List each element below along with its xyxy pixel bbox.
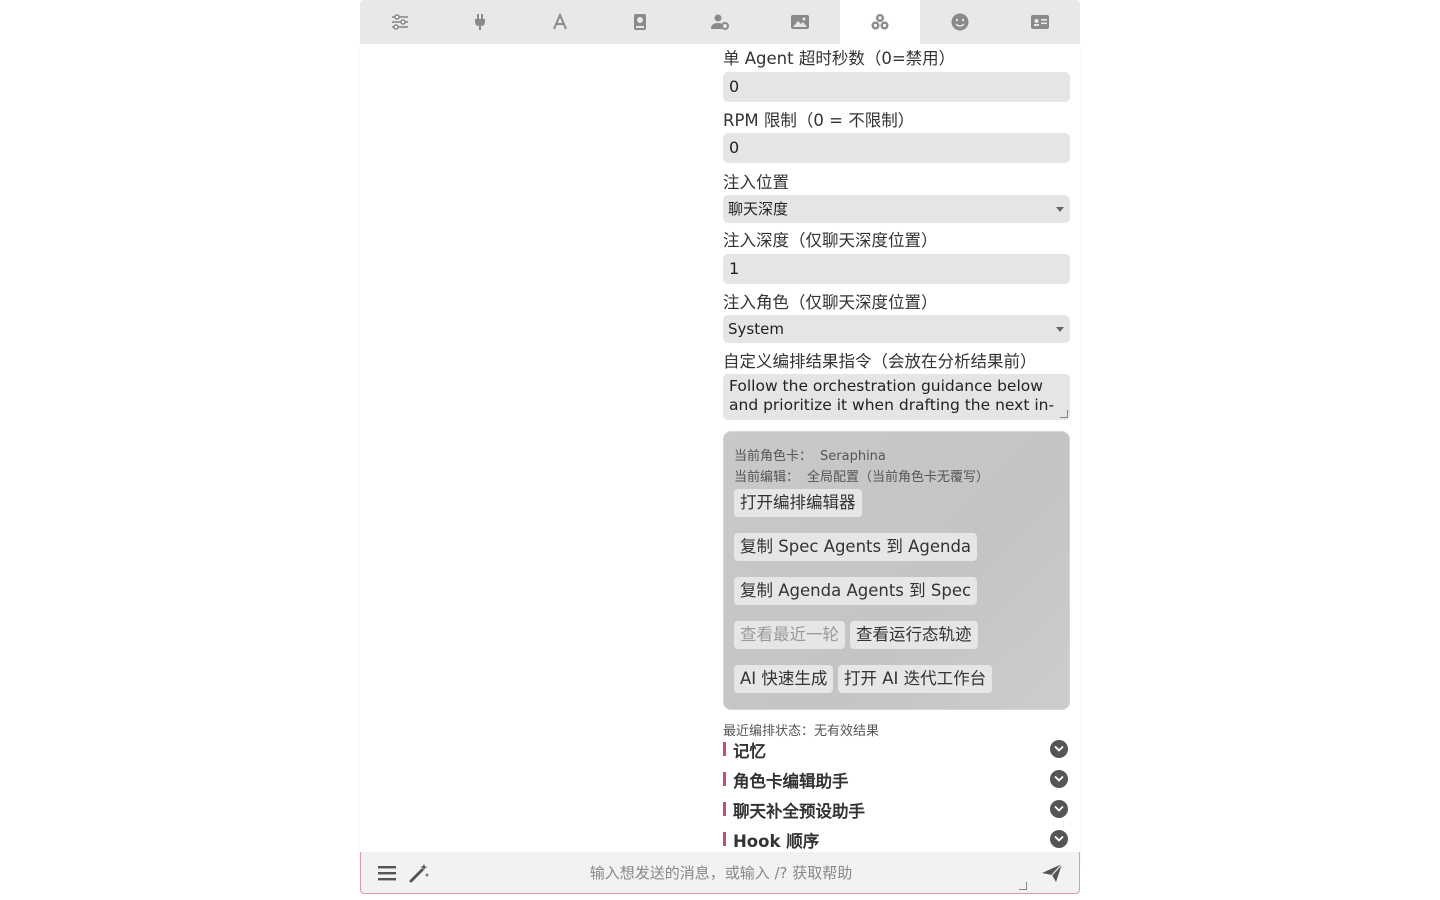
section-character-card-assistant[interactable]: 角色卡编辑助手: [723, 768, 1068, 791]
instruction-label: 自定义编排结果指令（会放在分析结果前）: [723, 352, 1037, 371]
position-label: 注入位置: [723, 173, 789, 192]
resize-handle-icon[interactable]: [1060, 410, 1068, 418]
tab-characters[interactable]: [1000, 0, 1080, 44]
view-runtime-trace-button[interactable]: 查看运行态轨迹: [850, 621, 978, 649]
orchestration-settings-panel: 单 Agent 超时秒数（0=禁用） 0 RPM 限制（0 = 不限制） 0 注…: [360, 44, 1080, 866]
section-accent-bar: [723, 772, 726, 786]
plug-icon: [475, 14, 485, 30]
chevron-down-icon: [1056, 207, 1064, 212]
current-character-value: Seraphina: [820, 449, 886, 464]
orchestration-card: 当前角色卡： Seraphina 当前编辑： 全局配置（当前角色卡无覆写） 打开编排…: [723, 431, 1070, 710]
chevron-down-icon[interactable]: [1050, 740, 1068, 758]
depth-label: 注入深度（仅聊天深度位置）: [723, 231, 938, 250]
tab-backgrounds[interactable]: [760, 0, 840, 44]
tab-formatting[interactable]: [520, 0, 600, 44]
tab-persona[interactable]: [680, 0, 760, 44]
top-tab-bar: [360, 0, 1080, 44]
user-gear-icon: [711, 14, 729, 30]
instruction-textarea[interactable]: Follow the orchestration guidance below …: [723, 374, 1070, 420]
id-card-icon: [1031, 15, 1049, 29]
section-memory[interactable]: 记忆: [723, 738, 1068, 761]
send-icon[interactable]: [1041, 862, 1063, 884]
section-title: 记忆: [733, 742, 766, 761]
cubes-icon: [871, 14, 889, 30]
current-editing-value: 全局配置（当前角色卡无覆写）: [807, 470, 990, 485]
copy-spec-to-agenda-button[interactable]: 复制 Spec Agents 到 Agenda: [734, 533, 978, 561]
open-editor-button[interactable]: 打开编排编辑器: [734, 489, 862, 517]
sliders-icon: [392, 14, 408, 30]
tab-sliders[interactable]: [360, 0, 440, 44]
chevron-down-icon: [1056, 327, 1064, 332]
position-select[interactable]: 聊天深度: [723, 195, 1070, 223]
tab-expressions[interactable]: [920, 0, 1000, 44]
tab-orchestration[interactable]: [840, 0, 920, 44]
timeout-label: 单 Agent 超时秒数（0=禁用）: [723, 49, 956, 68]
current-editing-label: 当前编辑：: [734, 470, 800, 485]
current-character-label: 当前角色卡：: [734, 449, 813, 464]
app: 单 Agent 超时秒数（0=禁用） 0 RPM 限制（0 = 不限制） 0 注…: [360, 0, 1080, 900]
chevron-down-icon[interactable]: [1050, 770, 1068, 788]
chevron-down-icon[interactable]: [1050, 830, 1068, 848]
chat-input[interactable]: 输入想发送的消息，或输入 /? 获取帮助: [361, 862, 1081, 883]
smiley-icon: [951, 13, 969, 31]
ai-quick-generate-button[interactable]: AI 快速生成: [734, 665, 834, 693]
section-hook-order[interactable]: Hook 顺序: [723, 828, 1068, 851]
book-icon: [634, 14, 646, 30]
section-title: Hook 顺序: [733, 832, 820, 851]
open-ai-workbench-button[interactable]: 打开 AI 迭代工作台: [838, 665, 993, 693]
resize-handle-icon[interactable]: [1019, 882, 1027, 890]
tab-extensions[interactable]: [440, 0, 520, 44]
instruction-text: Follow the orchestration guidance below …: [729, 377, 1055, 414]
current-editing-row: 当前编辑： 全局配置（当前角色卡无覆写）: [734, 466, 989, 485]
view-last-round-button[interactable]: 查看最近一轮: [734, 621, 845, 649]
depth-input[interactable]: 1: [723, 254, 1070, 284]
rpm-label: RPM 限制（0 = 不限制）: [723, 111, 915, 130]
timeout-input[interactable]: 0: [723, 72, 1070, 102]
rpm-input[interactable]: 0: [723, 133, 1070, 163]
image-icon: [791, 15, 809, 29]
section-accent-bar: [723, 832, 726, 846]
orchestration-status: 最近编排状态：无有效结果: [723, 724, 880, 739]
section-accent-bar: [723, 742, 726, 756]
current-character-row: 当前角色卡： Seraphina: [734, 445, 886, 464]
section-title: 角色卡编辑助手: [733, 772, 849, 791]
section-preset-assistant[interactable]: 聊天补全预设助手: [723, 798, 1068, 821]
tab-world-info[interactable]: [600, 0, 680, 44]
chevron-down-icon[interactable]: [1050, 800, 1068, 818]
section-accent-bar: [723, 802, 726, 816]
position-select-value: 聊天深度: [728, 200, 789, 218]
copy-agenda-to-spec-button[interactable]: 复制 Agenda Agents 到 Spec: [734, 577, 978, 605]
role-label: 注入角色（仅聊天深度位置）: [723, 293, 938, 312]
chat-input-bar: 输入想发送的消息，或输入 /? 获取帮助: [360, 852, 1080, 894]
role-select[interactable]: System: [723, 315, 1070, 343]
section-title: 聊天补全预设助手: [733, 802, 865, 821]
role-select-value: System: [728, 320, 784, 338]
font-icon: [553, 12, 567, 30]
